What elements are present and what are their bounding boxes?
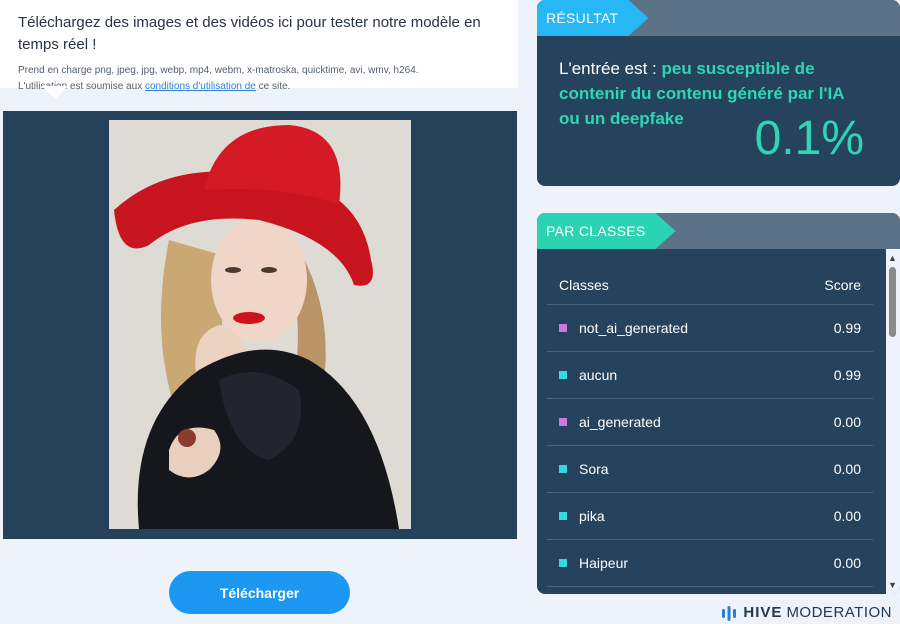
class-color-swatch [559, 324, 567, 332]
classes-body[interactable]: Classes Score not_ai_generated 0.99 aucun 0… [537, 249, 900, 594]
class-color-swatch [559, 512, 567, 520]
class-score: 0.00 [833, 555, 861, 571]
class-color-swatch [559, 371, 567, 379]
terms-suffix: ce site. [255, 81, 291, 92]
upload-button[interactable]: Télécharger [169, 571, 350, 614]
class-label: pika [579, 508, 605, 524]
class-name: aucun [559, 367, 834, 383]
table-row: ai_generated 0.00 [547, 399, 873, 446]
result-panel-header: RÉSULTAT [537, 0, 900, 36]
portrait-image-icon [109, 120, 411, 529]
card-pointer [42, 86, 68, 99]
class-name: not_ai_generated [559, 320, 834, 336]
scrollbar-thumb[interactable] [889, 267, 896, 337]
brand-name-bold: HIVE [743, 604, 783, 621]
terms-link[interactable]: conditions d'utilisation de [145, 81, 256, 92]
upload-info-card: Téléchargez des images et des vidéos ici… [0, 0, 518, 92]
table-row: not_ai_generated 0.99 [547, 305, 873, 352]
uploaded-photo [109, 120, 411, 529]
table-row: Sora 0.00 [547, 446, 873, 493]
classes-scrollbar[interactable]: ▲ ▼ [886, 249, 900, 594]
class-name: Sora [559, 461, 834, 477]
result-body: L'entrée est : peu susceptible de conten… [537, 36, 900, 186]
terms-prefix: L'utilisation est soumise aux [18, 81, 145, 92]
class-label: aucun [579, 367, 618, 383]
class-score: 0.99 [833, 367, 861, 383]
table-header: Classes Score [547, 265, 873, 305]
supported-formats-text: Prend en charge png, jpeg, jpg, webp, mp… [18, 65, 419, 76]
class-score: 0.00 [833, 414, 861, 430]
class-label: Sora [579, 461, 609, 477]
class-label: ai_generated [579, 414, 661, 430]
result-prefix: L'entrée est : [559, 59, 662, 78]
classes-table: Classes Score not_ai_generated 0.99 aucun 0… [547, 265, 873, 587]
result-tag: RÉSULTAT [537, 0, 648, 36]
upload-title: Téléchargez des images et des vidéos ici… [18, 14, 481, 53]
upload-supported-formats: Prend en charge png, jpeg, jpg, webp, mp… [18, 63, 500, 95]
result-percentage: 0.1% [754, 112, 864, 165]
class-name: Haipeur [559, 555, 834, 571]
class-name: pika [559, 508, 834, 524]
table-row: pika 0.00 [547, 493, 873, 540]
column-header-score: Score [824, 276, 861, 293]
class-score: 0.00 [833, 508, 861, 524]
column-header-classes: Classes [559, 276, 609, 293]
table-row: Haipeur 0.00 [547, 540, 873, 587]
class-rows: not_ai_generated 0.99 aucun 0.99 ai_generate… [547, 305, 873, 587]
scroll-down-arrow-icon[interactable]: ▼ [888, 580, 897, 590]
hive-logo-icon [722, 605, 737, 621]
scroll-up-arrow-icon[interactable]: ▲ [888, 253, 897, 263]
classes-tag: PAR CLASSES [537, 213, 676, 249]
class-color-swatch [559, 418, 567, 426]
result-panel: RÉSULTAT L'entrée est : peu susceptible … [537, 0, 900, 186]
class-label: Haipeur [579, 555, 629, 571]
class-color-swatch [559, 559, 567, 567]
brand-name-light: MODERATION [786, 604, 892, 621]
class-score: 0.99 [833, 320, 861, 336]
media-preview [3, 111, 517, 539]
classes-panel: PAR CLASSES Classes Score not_ai_generat… [537, 213, 900, 594]
class-name: ai_generated [559, 414, 834, 430]
class-label: not_ai_generated [579, 320, 688, 336]
classes-panel-header: PAR CLASSES [537, 213, 900, 249]
hive-moderation-logo[interactable]: HIVE MODERATION [721, 604, 892, 621]
table-row: aucun 0.99 [547, 352, 873, 399]
class-score: 0.00 [833, 461, 861, 477]
class-color-swatch [559, 465, 567, 473]
